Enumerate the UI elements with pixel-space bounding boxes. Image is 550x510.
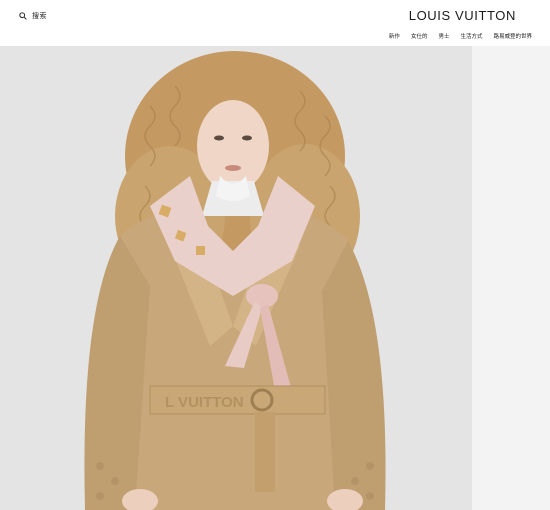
nav-item-world-of-lv[interactable]: 路易威登的世界 (493, 32, 532, 40)
hero-image: L VUITTON (0, 46, 550, 510)
search-button[interactable]: 搜索 (19, 11, 47, 21)
search-icon (19, 12, 27, 20)
nav-item-men[interactable]: 男士 (438, 32, 449, 40)
nav-item-lifestyle[interactable]: 生活方式 (460, 32, 482, 40)
nav-item-new[interactable]: 新作 (389, 32, 400, 40)
nav-item-women[interactable]: 女仕的 (411, 32, 428, 40)
search-label: 搜索 (32, 12, 47, 20)
belt-text: L VUITTON (165, 394, 244, 411)
hero-illustration: L VUITTON (0, 46, 550, 510)
brand-logo[interactable]: LOUIS VUITTON (409, 8, 516, 23)
page: 搜索 LOUIS VUITTON 新作 女仕的 男士 生活方式 路易威登的世界 (0, 0, 550, 510)
site-header: 搜索 LOUIS VUITTON 新作 女仕的 男士 生活方式 路易威登的世界 (0, 0, 550, 46)
main-nav: 新作 女仕的 男士 生活方式 路易威登的世界 (389, 32, 532, 40)
